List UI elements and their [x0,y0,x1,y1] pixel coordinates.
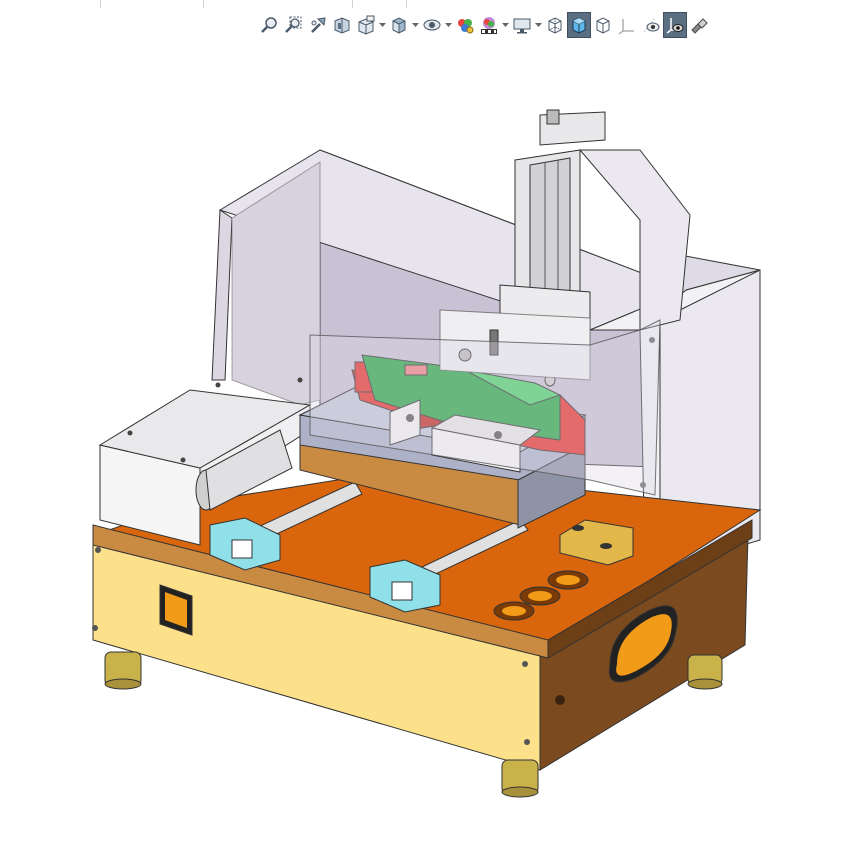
monitor-icon [513,18,531,34]
previous-view-icon [311,17,326,33]
hide-show-items-button[interactable] [453,12,477,38]
tab-divider [203,0,204,8]
display-style-dropdown[interactable] [444,12,453,38]
chevron-down-icon [445,22,452,27]
tab-divider [352,0,353,8]
view-orientation-icon [392,17,406,34]
view-sketch-eye-icon [643,17,660,33]
chevron-down-icon [379,22,386,27]
view-settings-dropdown[interactable] [534,12,543,38]
view-orientation-button[interactable] [387,12,411,38]
zoom-to-area-button[interactable] [282,12,306,38]
model-graphics-area[interactable] [0,44,853,853]
chevron-down-icon [412,22,419,27]
view-lights-button[interactable] [687,12,711,38]
zoom-area-icon [285,16,302,33]
view-orientation-dropdown[interactable] [411,12,420,38]
view-sketch-button[interactable] [639,12,663,38]
hidden-lines-cube-icon [596,17,610,34]
shaded-cube-icon [572,17,586,34]
section-view-button[interactable] [330,12,354,38]
dynamic-annotation-button[interactable] [354,12,378,38]
previous-view-button[interactable] [306,12,330,38]
zoom-to-fit-button[interactable] [258,12,282,38]
tab-divider [100,0,101,8]
dynamic-annotation-icon [358,15,375,35]
chevron-down-icon [502,22,509,27]
view-settings-button[interactable] [510,12,534,38]
hidden-lines-button[interactable] [591,12,615,38]
section-view-icon [334,17,350,34]
wireframe-cube-icon [548,17,562,34]
zoom-to-fit-icon [261,17,277,33]
hide-show-icon [458,19,474,34]
view-origins-button[interactable] [663,12,687,38]
flashlight-icon [691,18,708,34]
edit-appearance-button[interactable] [477,12,501,38]
document-tab-strip [0,0,853,8]
edit-appearance-icon [481,17,497,34]
display-style-icon [423,19,441,31]
view-planes-icon [618,19,634,35]
tab-divider [406,0,407,8]
view-planes-button[interactable] [615,12,639,38]
heads-up-view-toolbar [258,10,711,40]
dynamic-annotation-dropdown[interactable] [378,12,387,38]
chevron-down-icon [535,22,542,27]
shaded-button[interactable] [567,12,591,38]
display-style-button[interactable] [420,12,444,38]
view-origins-icon [666,18,684,34]
apply-scene-dropdown[interactable] [501,12,510,38]
wireframe-button[interactable] [543,12,567,38]
